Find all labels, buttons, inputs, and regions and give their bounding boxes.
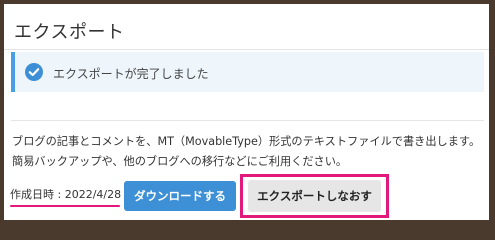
description-line-1: ブログの記事とコメントを、MT（MovableType）形式のテキストファイルで… [12, 135, 481, 148]
download-button[interactable]: ダウンロードする [124, 181, 236, 211]
export-description: ブログの記事とコメントを、MT（MovableType）形式のテキストファイルで… [12, 132, 482, 172]
highlight-underline [10, 205, 120, 207]
reexport-button[interactable]: エクスポートしなおす [248, 180, 381, 212]
section-divider [11, 120, 484, 121]
alert-message: エクスポートが完了しました [53, 67, 209, 81]
description-line-2: 簡易バックアップや、他のブログへの移行などにご利用ください。 [12, 155, 348, 168]
check-circle-icon [25, 63, 43, 81]
created-date: 作成日時 : 2022/4/28 [10, 188, 122, 201]
export-panel: エクスポート エクスポートが完了しました ブログの記事とコメントを、MT（Mov… [4, 4, 489, 220]
title-divider [4, 49, 489, 50]
page-title: エクスポート [14, 22, 125, 43]
success-alert: エクスポートが完了しました [11, 52, 484, 92]
